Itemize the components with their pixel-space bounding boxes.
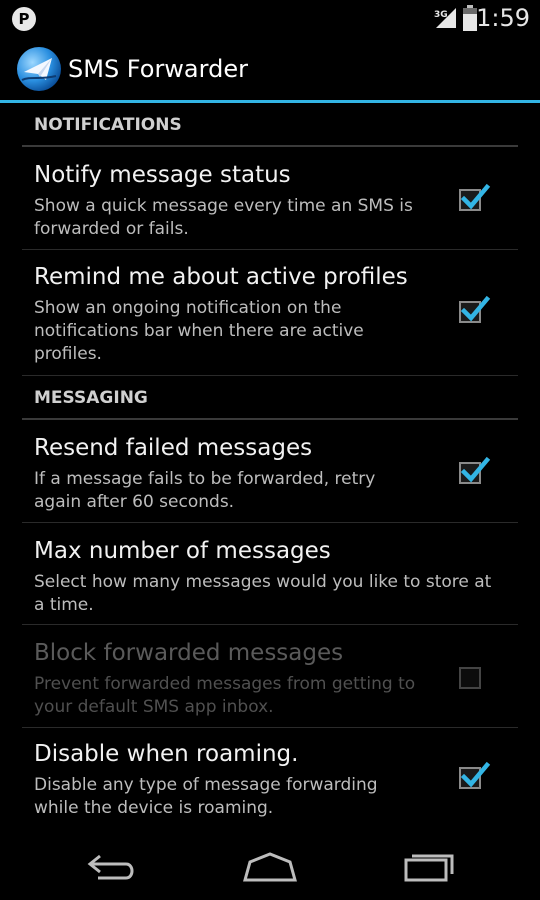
app-title: SMS Forwarder [68, 55, 248, 83]
pref-title: Disable when roaming. [34, 741, 299, 767]
checkmark-icon [460, 761, 491, 788]
block-forwarded-checkbox[interactable] [459, 667, 481, 689]
pref-summary: If a message fails to be forwarded, retr… [34, 469, 376, 512]
category-title: MESSAGING [34, 388, 148, 408]
pref-title: Max number of messages [34, 538, 331, 564]
category-title: NOTIFICATIONS [34, 115, 182, 135]
category-notifications: NOTIFICATIONS [22, 103, 518, 147]
back-icon[interactable] [82, 848, 142, 884]
signal-3g-icon: 3G [434, 8, 456, 28]
pref-block-forwarded-messages[interactable]: Block forwarded messages Prevent forward… [22, 625, 518, 728]
status-bar: P 3G 1:59 [0, 0, 540, 36]
pref-title: Notify message status [34, 162, 291, 188]
pref-title: Block forwarded messages [34, 640, 344, 666]
disable-roaming-checkbox[interactable] [459, 761, 491, 789]
checkmark-icon [460, 183, 491, 210]
recent-apps-icon[interactable] [398, 848, 458, 884]
network-type-label: 3G [434, 10, 448, 20]
pref-summary: Select how many messages would you like … [34, 572, 492, 615]
status-time: 1:59 [476, 4, 530, 32]
notify-status-checkbox[interactable] [459, 183, 491, 211]
parking-notification-icon: P [12, 7, 36, 31]
action-bar: SMS Forwarder [0, 36, 540, 100]
resend-failed-checkbox[interactable] [459, 456, 491, 484]
checkmark-icon [460, 456, 491, 483]
app-logo-icon[interactable] [16, 46, 62, 92]
home-icon[interactable] [240, 848, 300, 884]
pref-summary: Disable any type of message forwarding w… [34, 775, 378, 818]
navigation-bar [0, 830, 540, 900]
remind-profiles-checkbox[interactable] [459, 295, 491, 323]
pref-remind-active-profiles[interactable]: Remind me about active profiles Show an … [22, 250, 518, 376]
pref-summary: Show a quick message every time an SMS i… [34, 196, 413, 239]
category-messaging: MESSAGING [22, 376, 518, 420]
pref-max-number-of-messages[interactable]: Max number of messages Select how many m… [22, 523, 518, 625]
pref-title: Resend failed messages [34, 435, 313, 461]
pref-title: Remind me about active profiles [34, 264, 408, 290]
pref-summary: Prevent forwarded messages from getting … [34, 674, 416, 717]
pref-notify-message-status[interactable]: Notify message status Show a quick messa… [22, 147, 518, 250]
pref-resend-failed-messages[interactable]: Resend failed messages If a message fail… [22, 420, 518, 523]
pref-disable-when-roaming[interactable]: Disable when roaming. Disable any type o… [22, 728, 518, 828]
pref-summary: Show an ongoing notification on the noti… [34, 298, 364, 364]
checkmark-icon [460, 295, 491, 322]
